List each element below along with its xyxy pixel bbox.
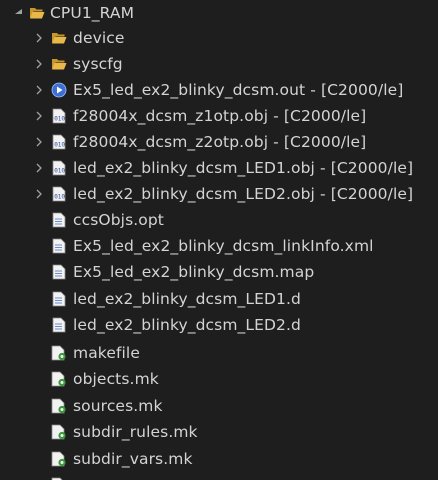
object-file-icon: 010 [51,108,67,124]
project-explorer-tree: CPU1_RAM device syscfg Ex5_led_ex2_blink… [0,0,438,480]
tree-item-syscfg[interactable]: syscfg [0,51,438,77]
tree-item-makefile[interactable]: sources.mk [0,393,438,419]
tree-item-makefile[interactable]: objects.mk [0,366,438,392]
tree-item-obj-file[interactable]: 010 led_ex2_blinky_dcsm_LED2.obj - [C200… [0,181,438,207]
text-file-icon [51,238,67,254]
chevron-right-icon[interactable] [33,57,45,71]
svg-text:010: 010 [54,168,65,175]
tree-item-label: f28004x_dcsm_z2otp.obj - [C2000/le] [73,133,367,151]
object-file-icon: 010 [51,186,67,202]
tree-item-text-file[interactable]: led_ex2_blinky_dcsm_LED2.d [0,312,438,338]
tree-item-label: Ex5_led_ex2_blinky_dcsm_linkInfo.xml [73,237,374,255]
executable-icon [51,82,67,98]
chevron-down-icon[interactable] [13,6,25,20]
folder-open-icon [29,5,45,21]
svg-text:010: 010 [54,116,65,123]
tree-item-text-file[interactable]: Ex5_led_ex2_blinky_dcsm_linkInfo.xml [0,233,438,259]
text-file-icon [51,291,67,307]
tree-item-label: device [73,29,125,47]
tree-item-makefile[interactable]: subdir_vars.mk [0,446,438,472]
tree-item-label: Ex5_led_ex2_blinky_dcsm.out - [C2000/le] [73,81,404,99]
chevron-right-icon[interactable] [33,187,45,201]
makefile-icon [51,371,67,387]
text-file-icon [51,212,67,228]
tree-root-cpu1-ram[interactable]: CPU1_RAM [0,0,438,26]
chevron-right-icon[interactable] [33,109,45,123]
tree-item-label: led_ex2_blinky_dcsm_LED1.obj - [C2000/le… [73,159,414,177]
makefile-icon [51,424,67,440]
tree-item-out-file[interactable]: Ex5_led_ex2_blinky_dcsm.out - [C2000/le] [0,77,438,103]
chevron-right-icon[interactable] [33,31,45,45]
tree-item-obj-file[interactable]: 010 led_ex2_blinky_dcsm_LED1.obj - [C200… [0,155,438,181]
makefile-icon [51,398,67,414]
tree-item-label: led_ex2_blinky_dcsm_LED2.obj - [C2000/le… [73,185,414,203]
chevron-right-icon[interactable] [33,161,45,175]
tree-item-makefile[interactable]: subdir_rules.mk [0,419,438,445]
tree-item-label: led_ex2_blinky_dcsm_LED1.d [73,290,301,308]
tree-item-text-file[interactable]: ccsObjs.opt [0,207,438,233]
tree-item-obj-file[interactable]: 010 f28004x_dcsm_z1otp.obj - [C2000/le] [0,103,438,129]
text-file-icon [51,317,67,333]
tree-item-text-file[interactable]: led_ex2_blinky_dcsm_LED1.d [0,286,438,312]
tree-item-obj-file[interactable]: 010 f28004x_dcsm_z2otp.obj - [C2000/le] [0,129,438,155]
tree-item-makefile[interactable]: makefile [0,340,438,366]
tree-item-partial[interactable] [0,472,438,480]
tree-item-label: led_ex2_blinky_dcsm_LED2.d [73,316,301,334]
chevron-right-icon[interactable] [33,83,45,97]
tree-item-label: CPU1_RAM [50,4,135,22]
folder-icon [51,56,67,72]
tree-item-label: subdir_vars.mk [73,450,193,468]
tree-item-label: ccsObjs.opt [73,211,164,229]
tree-item-label: sources.mk [73,397,163,415]
object-file-icon: 010 [51,160,67,176]
svg-text:010: 010 [54,142,65,149]
chevron-right-icon[interactable] [33,135,45,149]
object-file-icon: 010 [51,134,67,150]
tree-item-device[interactable]: device [0,25,438,51]
tree-item-label: objects.mk [73,370,159,388]
tree-item-text-file[interactable]: Ex5_led_ex2_blinky_dcsm.map [0,259,438,285]
makefile-icon [51,451,67,467]
makefile-icon [51,345,67,361]
tree-item-label: makefile [73,344,140,362]
tree-item-label: Ex5_led_ex2_blinky_dcsm.map [73,263,315,281]
text-file-icon [51,264,67,280]
folder-icon [51,30,67,46]
svg-text:010: 010 [54,194,65,201]
tree-item-label: subdir_rules.mk [73,423,198,441]
tree-item-label: f28004x_dcsm_z1otp.obj - [C2000/le] [73,107,367,125]
tree-item-label: syscfg [73,55,123,73]
